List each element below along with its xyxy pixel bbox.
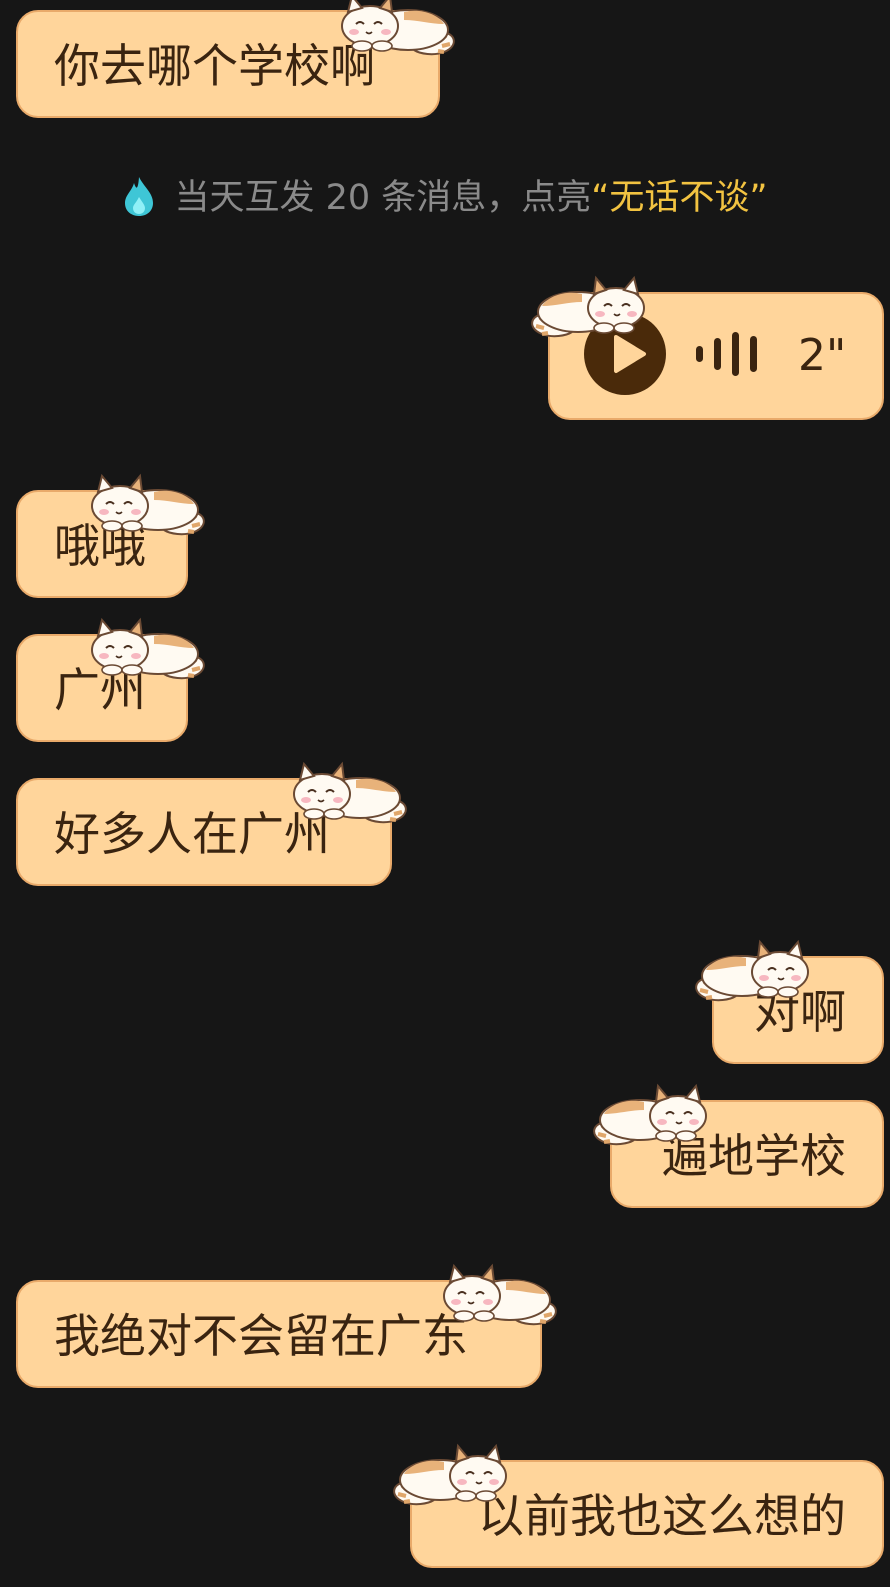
cat-icon: [90, 618, 206, 681]
notice-text: 当天互发 20 条消息，点亮: [174, 178, 592, 218]
cat-icon: [340, 0, 456, 57]
cat-icon: [442, 1264, 558, 1327]
streak-notice: 当天互发 20 条消息，点亮“无话不谈”: [0, 168, 890, 228]
cat-icon: [90, 474, 206, 537]
cat-icon: [530, 276, 646, 339]
cat-icon: [694, 940, 810, 1003]
flame-icon: [125, 177, 154, 216]
message-text: 以前我也这么想的: [478, 1489, 846, 1543]
voice-duration: 2": [798, 330, 847, 381]
notice-highlight: “无话不谈”: [591, 178, 768, 218]
waveform-icon: [696, 332, 757, 376]
message-text: 我绝对不会留在广东: [54, 1309, 468, 1363]
message-text: 你去哪个学校啊: [54, 39, 376, 93]
cat-icon: [592, 1084, 708, 1147]
cat-icon: [392, 1444, 508, 1507]
cat-icon: [292, 762, 408, 825]
